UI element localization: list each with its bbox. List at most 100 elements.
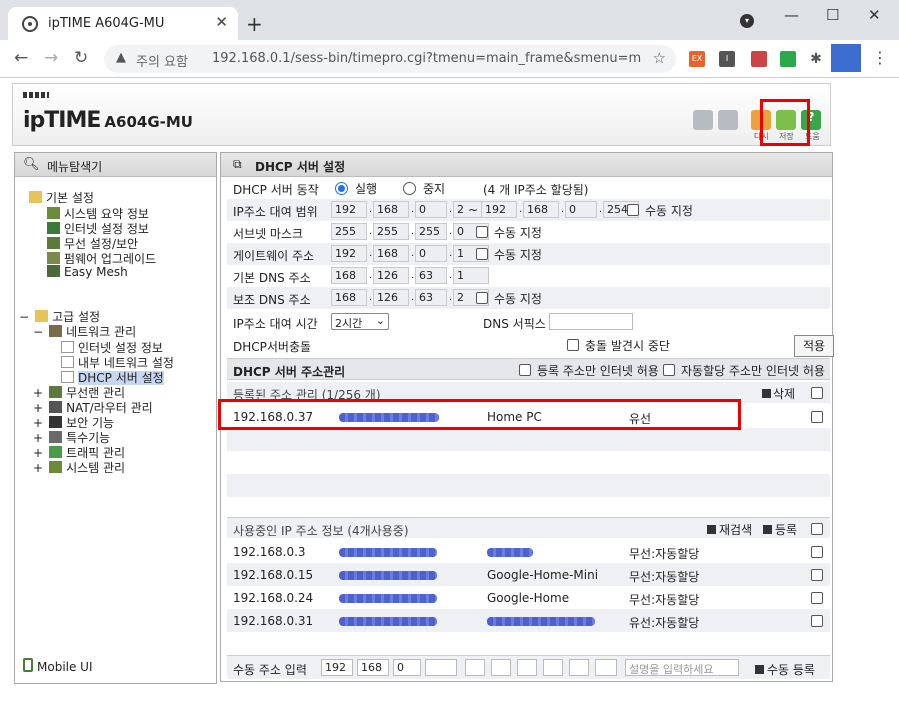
label-dns2: 보조 DNS 주소 xyxy=(233,293,311,307)
range-end-octet1[interactable]: 192 xyxy=(481,201,517,218)
tab-search-icon[interactable]: ▾ xyxy=(740,14,754,28)
registered-select-all-checkbox[interactable] xyxy=(811,387,823,399)
url-text[interactable]: 192.168.0.1/sess-bin/timepro.cgi?tmenu=m… xyxy=(212,51,642,66)
radio-run[interactable] xyxy=(335,182,348,195)
range-manual-checkbox[interactable] xyxy=(627,204,639,216)
dhcp-title: DHCP 서버 설정 xyxy=(255,160,346,174)
in-use-select-all-checkbox[interactable] xyxy=(811,523,823,535)
auto-only-checkbox[interactable] xyxy=(663,364,675,376)
range-start-octet3[interactable]: 0 xyxy=(415,201,447,218)
register-button[interactable]: 등록 xyxy=(763,521,797,538)
extension-info-icon[interactable]: I xyxy=(719,51,735,67)
manual-mac-4[interactable] xyxy=(543,659,563,676)
extensions-puzzle-icon[interactable]: ✱ xyxy=(808,51,824,67)
manual-register-button[interactable]: 수동 등록 xyxy=(755,661,815,678)
warning-icon[interactable]: ▲ xyxy=(116,50,126,65)
collapse-icon[interactable]: − xyxy=(19,310,29,324)
collapse-icon[interactable]: − xyxy=(33,325,43,339)
registered-row-checkbox[interactable] xyxy=(811,411,823,423)
security-label[interactable]: 주의 요함 xyxy=(136,51,188,70)
dns1-octet3[interactable]: 63 xyxy=(415,267,447,284)
extension-green-icon[interactable] xyxy=(780,51,796,67)
table-row-in-use[interactable]: 192.168.0.15 Google-Home-Mini 무선:자동할당 xyxy=(227,563,830,586)
reload-icon[interactable]: ↻ xyxy=(74,48,88,68)
conflict-stop-checkbox[interactable] xyxy=(567,339,579,351)
extension-ex-icon[interactable]: EX xyxy=(689,51,705,67)
extension-cast-icon[interactable] xyxy=(751,51,767,67)
page-icon xyxy=(61,371,74,383)
radio-stop[interactable] xyxy=(403,182,416,195)
gateway-octet2[interactable]: 168 xyxy=(373,245,409,262)
manual-ip-octet1[interactable]: 192 xyxy=(321,659,353,676)
in-use-ip: 192.168.0.15 xyxy=(233,568,314,582)
lease-select[interactable]: 2시간 ⌄ xyxy=(331,313,389,330)
dns2-octet1[interactable]: 168 xyxy=(331,289,367,306)
row-gateway: 게이트웨이 주소 192 . 168 . 0 . 1 수동 지정 xyxy=(227,243,830,265)
in-use-row-checkbox[interactable] xyxy=(811,592,823,604)
expand-icon[interactable]: + xyxy=(33,401,43,415)
manual-ip-octet3[interactable]: 0 xyxy=(393,659,421,676)
manual-ip-octet4[interactable] xyxy=(425,659,457,676)
tree-item-easy-mesh[interactable]: Easy Mesh xyxy=(47,265,128,279)
gateway-octet1[interactable]: 192 xyxy=(331,245,367,262)
rescan-button[interactable]: 재검색 xyxy=(707,521,752,538)
dns2-octet2[interactable]: 126 xyxy=(373,289,409,306)
gateway-octet3[interactable]: 0 xyxy=(415,245,447,262)
subnet-octet1[interactable]: 255 xyxy=(331,223,367,240)
forward-icon[interactable]: → xyxy=(44,48,58,68)
back-icon[interactable]: ← xyxy=(14,48,28,68)
expand-icon[interactable]: + xyxy=(33,431,43,445)
expand-icon[interactable]: + xyxy=(33,446,43,460)
minimize-icon[interactable]: — xyxy=(784,6,799,24)
manual-mac-5[interactable] xyxy=(569,659,589,676)
gateway-manual-checkbox[interactable] xyxy=(476,248,488,260)
apply-button[interactable]: 적용 xyxy=(794,335,834,357)
delete-button[interactable]: 삭제 xyxy=(762,385,795,402)
dns2-manual-checkbox[interactable] xyxy=(476,292,488,304)
new-tab-icon[interactable]: + xyxy=(246,12,263,36)
manual-mac-1[interactable] xyxy=(465,659,485,676)
table-row-in-use[interactable]: 192.168.0.24 Google-Home 무선:자동할당 xyxy=(227,586,830,609)
in-use-row-checkbox[interactable] xyxy=(811,615,823,627)
range-start-octet2[interactable]: 168 xyxy=(373,201,409,218)
subnet-octet2[interactable]: 255 xyxy=(373,223,409,240)
address-bar[interactable]: ▲ 주의 요함 192.168.0.1/sess-bin/timepro.cgi… xyxy=(104,45,676,73)
subnet-manual-checkbox[interactable] xyxy=(476,226,488,238)
subnet-octet3[interactable]: 255 xyxy=(415,223,447,240)
tree-basic-settings[interactable]: 기본 설정 xyxy=(29,189,94,206)
manual-mac-6[interactable] xyxy=(595,659,617,676)
dns1-octet4[interactable]: 1 xyxy=(453,267,489,284)
close-window-icon[interactable]: ✕ xyxy=(868,6,881,24)
manual-ip-octet2[interactable]: 168 xyxy=(357,659,389,676)
in-use-row-checkbox[interactable] xyxy=(811,546,823,558)
home-icon[interactable] xyxy=(693,110,713,130)
expand-icon[interactable]: + xyxy=(33,386,43,400)
expand-icon[interactable]: + xyxy=(33,416,43,430)
mobile-ui-link[interactable]: Mobile UI xyxy=(23,658,93,674)
maximize-icon[interactable]: ☐ xyxy=(826,6,839,24)
range-start-octet1[interactable]: 192 xyxy=(331,201,367,218)
manual-mac-3[interactable] xyxy=(517,659,537,676)
in-use-row-checkbox[interactable] xyxy=(811,569,823,581)
close-tab-icon[interactable]: ✕ xyxy=(215,13,228,31)
logout-icon[interactable] xyxy=(718,110,738,130)
tree-network-management[interactable]: − 네트워크 관리 xyxy=(33,323,136,340)
manual-mac-2[interactable] xyxy=(491,659,511,676)
browser-tab[interactable]: ipTIME A604G-MU ✕ xyxy=(8,7,238,40)
profile-avatar[interactable] xyxy=(831,44,861,72)
range-end-octet3[interactable]: 0 xyxy=(565,201,597,218)
bookmark-star-icon[interactable]: ☆ xyxy=(653,49,666,67)
dns1-octet1[interactable]: 168 xyxy=(331,267,367,284)
expand-icon[interactable]: + xyxy=(33,461,43,475)
dns-suffix-input[interactable] xyxy=(549,313,633,330)
tree-system[interactable]: + 시스템 관리 xyxy=(33,459,125,476)
dns1-octet2[interactable]: 126 xyxy=(373,267,409,284)
tree-label: 펌웨어 업그레이드 xyxy=(64,252,157,266)
dns2-octet3[interactable]: 63 xyxy=(415,289,447,306)
table-row-in-use[interactable]: 192.168.0.3 무선:자동할당 xyxy=(227,540,830,563)
manual-desc-input[interactable]: 설명을 입력하세요 xyxy=(625,659,739,676)
table-row-in-use[interactable]: 192.168.0.31 유선:자동할당 xyxy=(227,609,830,632)
browser-menu-icon[interactable]: ⋮ xyxy=(872,48,888,67)
reg-only-checkbox[interactable] xyxy=(519,364,531,376)
range-end-octet2[interactable]: 168 xyxy=(523,201,559,218)
